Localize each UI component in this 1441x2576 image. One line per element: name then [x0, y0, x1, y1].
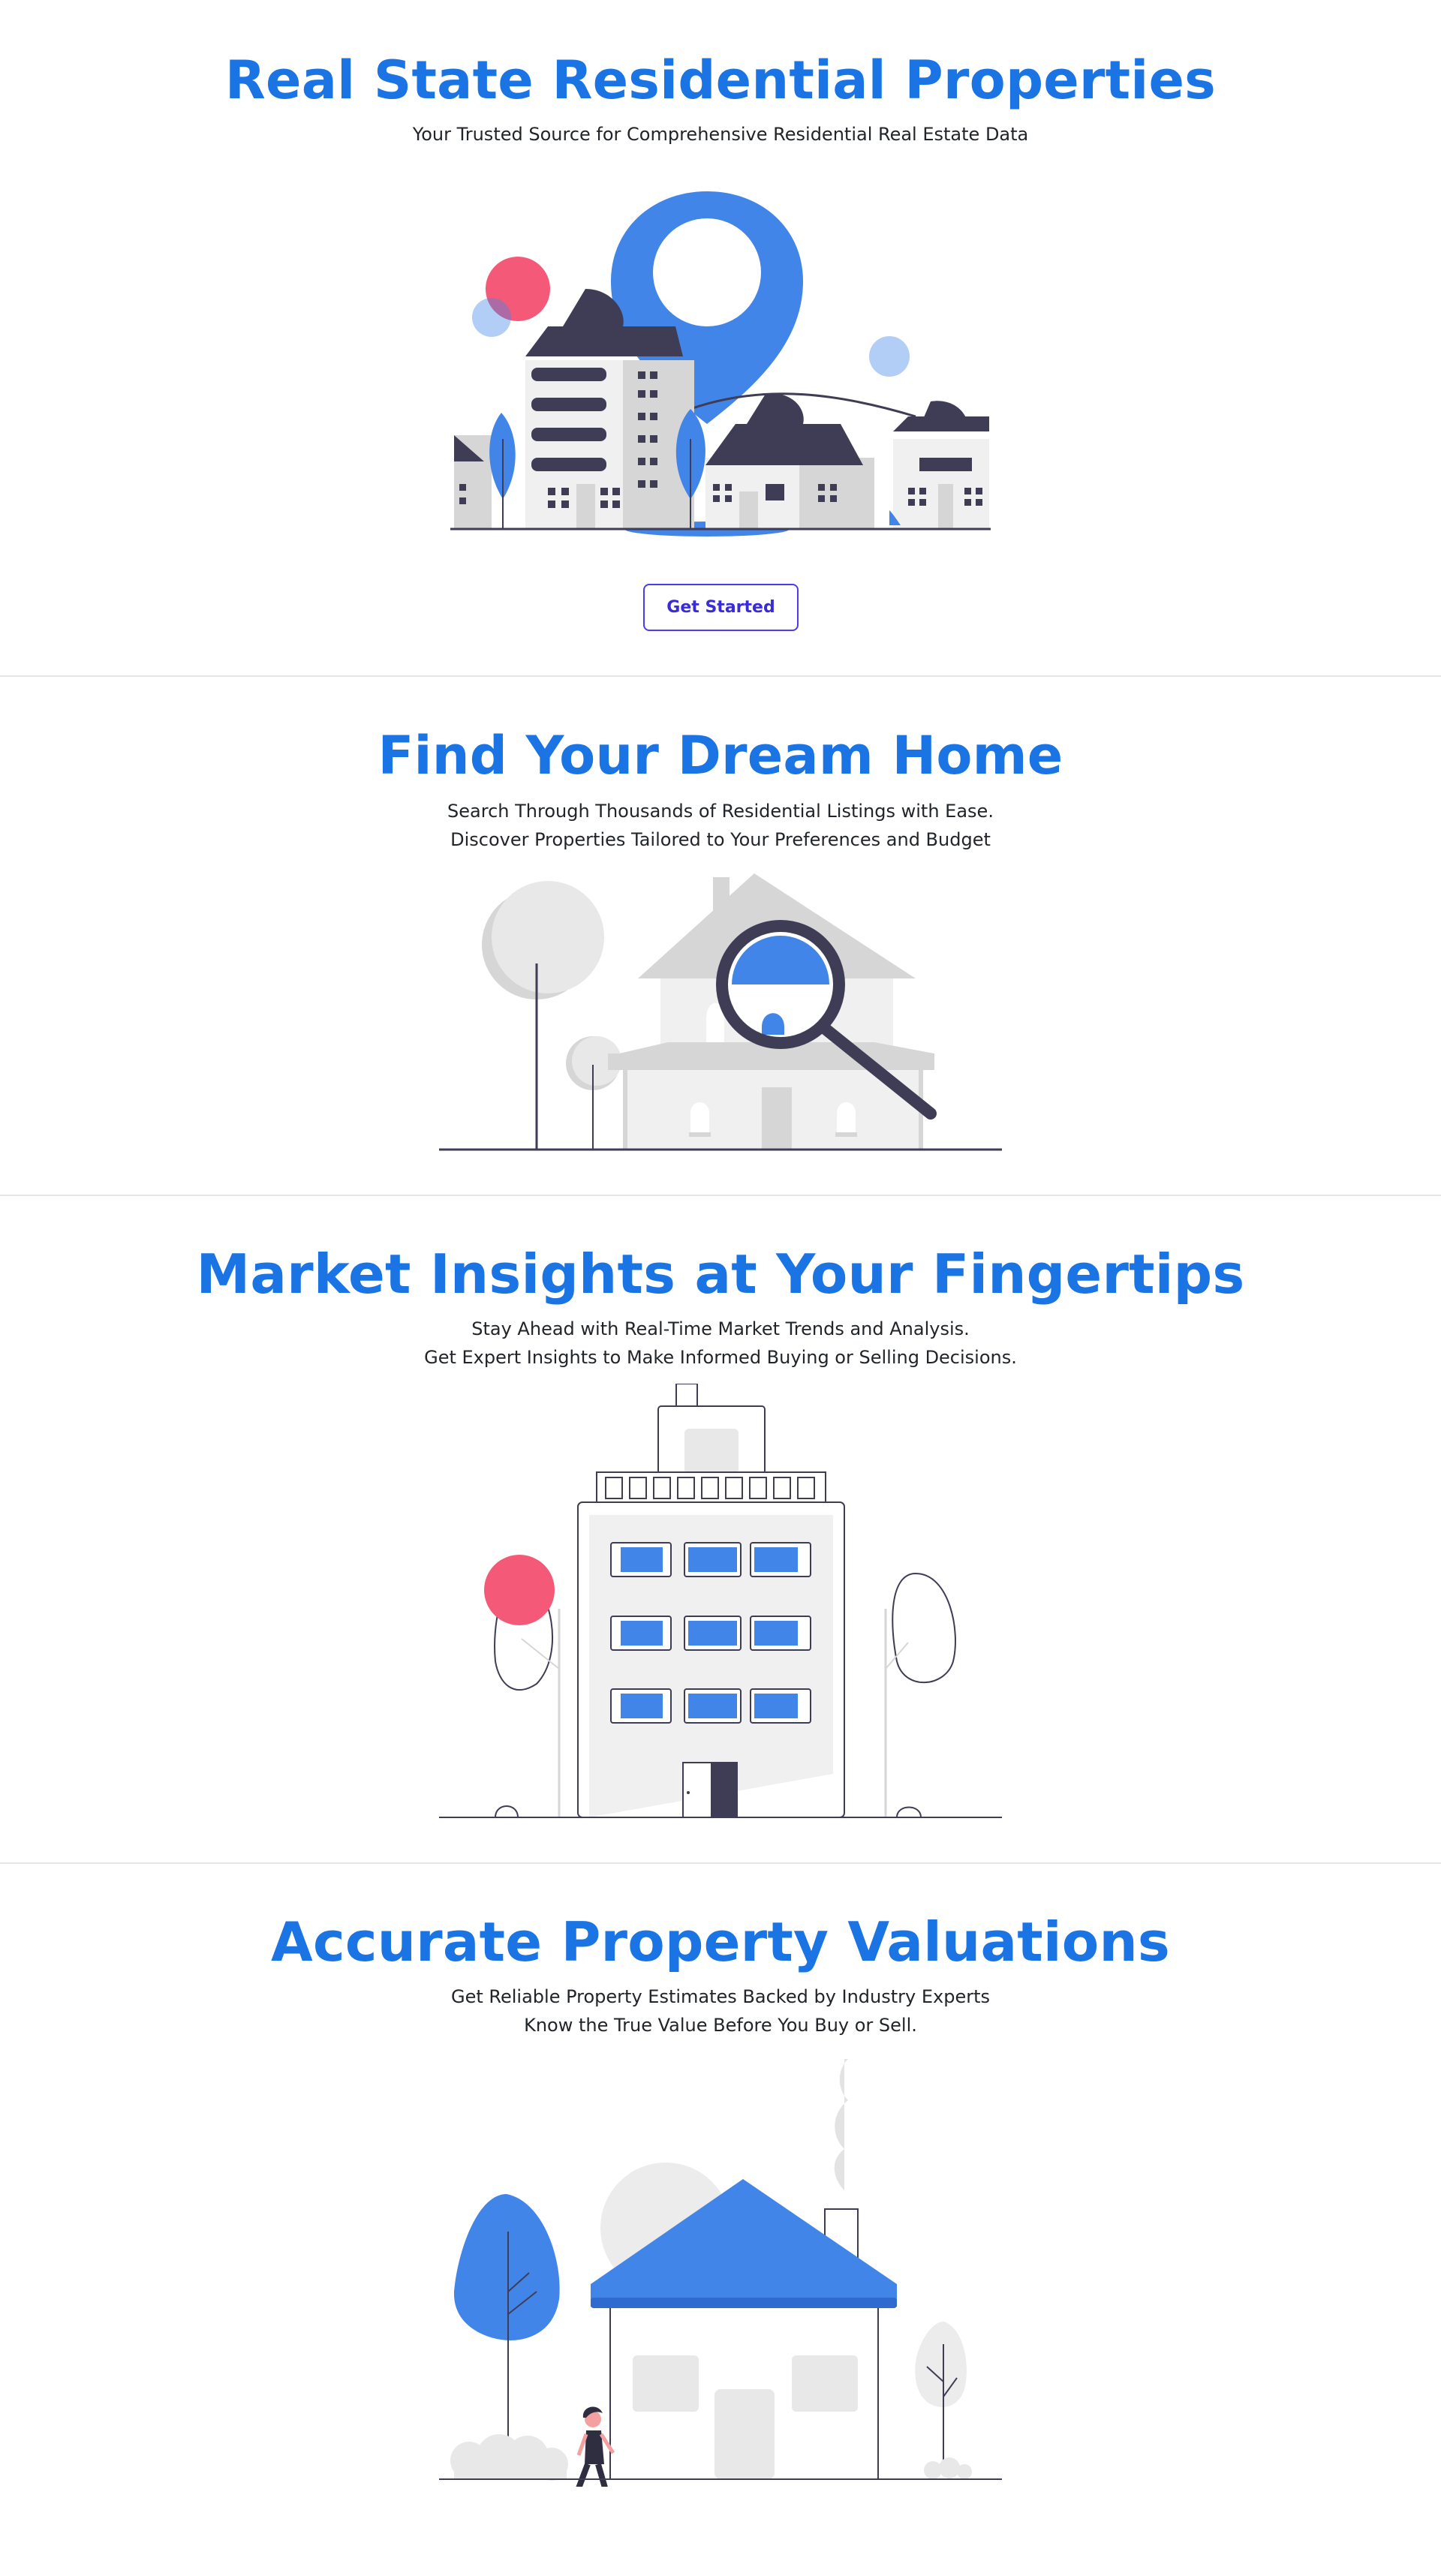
valuation-title: Accurate Property Valuations [271, 1910, 1170, 1973]
person-walking-icon [576, 2406, 615, 2487]
market-line-1: Stay Ahead with Real-Time Market Trends … [471, 1318, 970, 1339]
find-home-line-1: Search Through Thousands of Residential … [447, 801, 994, 822]
house-search-illustration [439, 873, 1002, 1151]
valuation-section: Accurate Property Valuations Get Reliabl… [0, 1864, 1441, 2576]
city-buildings-illustration [450, 191, 991, 537]
market-insights-section: Market Insights at Your Fingertips Stay … [0, 1196, 1441, 1862]
market-title: Market Insights at Your Fingertips [196, 1243, 1245, 1306]
house-person-illustration [439, 2059, 1002, 2487]
get-started-button[interactable]: Get Started [643, 584, 799, 631]
hero-subtitle: Your Trusted Source for Comprehensive Re… [412, 124, 1029, 145]
find-home-title: Find Your Dream Home [378, 725, 1063, 786]
valuation-line-2: Know the True Value Before You Buy or Se… [524, 2015, 917, 2036]
hero-section: Real State Residential Properties Your T… [0, 0, 1441, 675]
apartment-building-illustration [439, 1384, 1002, 1818]
find-home-section: Find Your Dream Home Search Through Thou… [0, 677, 1441, 1195]
valuation-line-1: Get Reliable Property Estimates Backed b… [450, 1986, 991, 2007]
market-line-2: Get Expert Insights to Make Informed Buy… [424, 1347, 1017, 1368]
hero-title: Real State Residential Properties [224, 50, 1217, 111]
find-home-line-2: Discover Properties Tailored to Your Pre… [450, 829, 991, 850]
